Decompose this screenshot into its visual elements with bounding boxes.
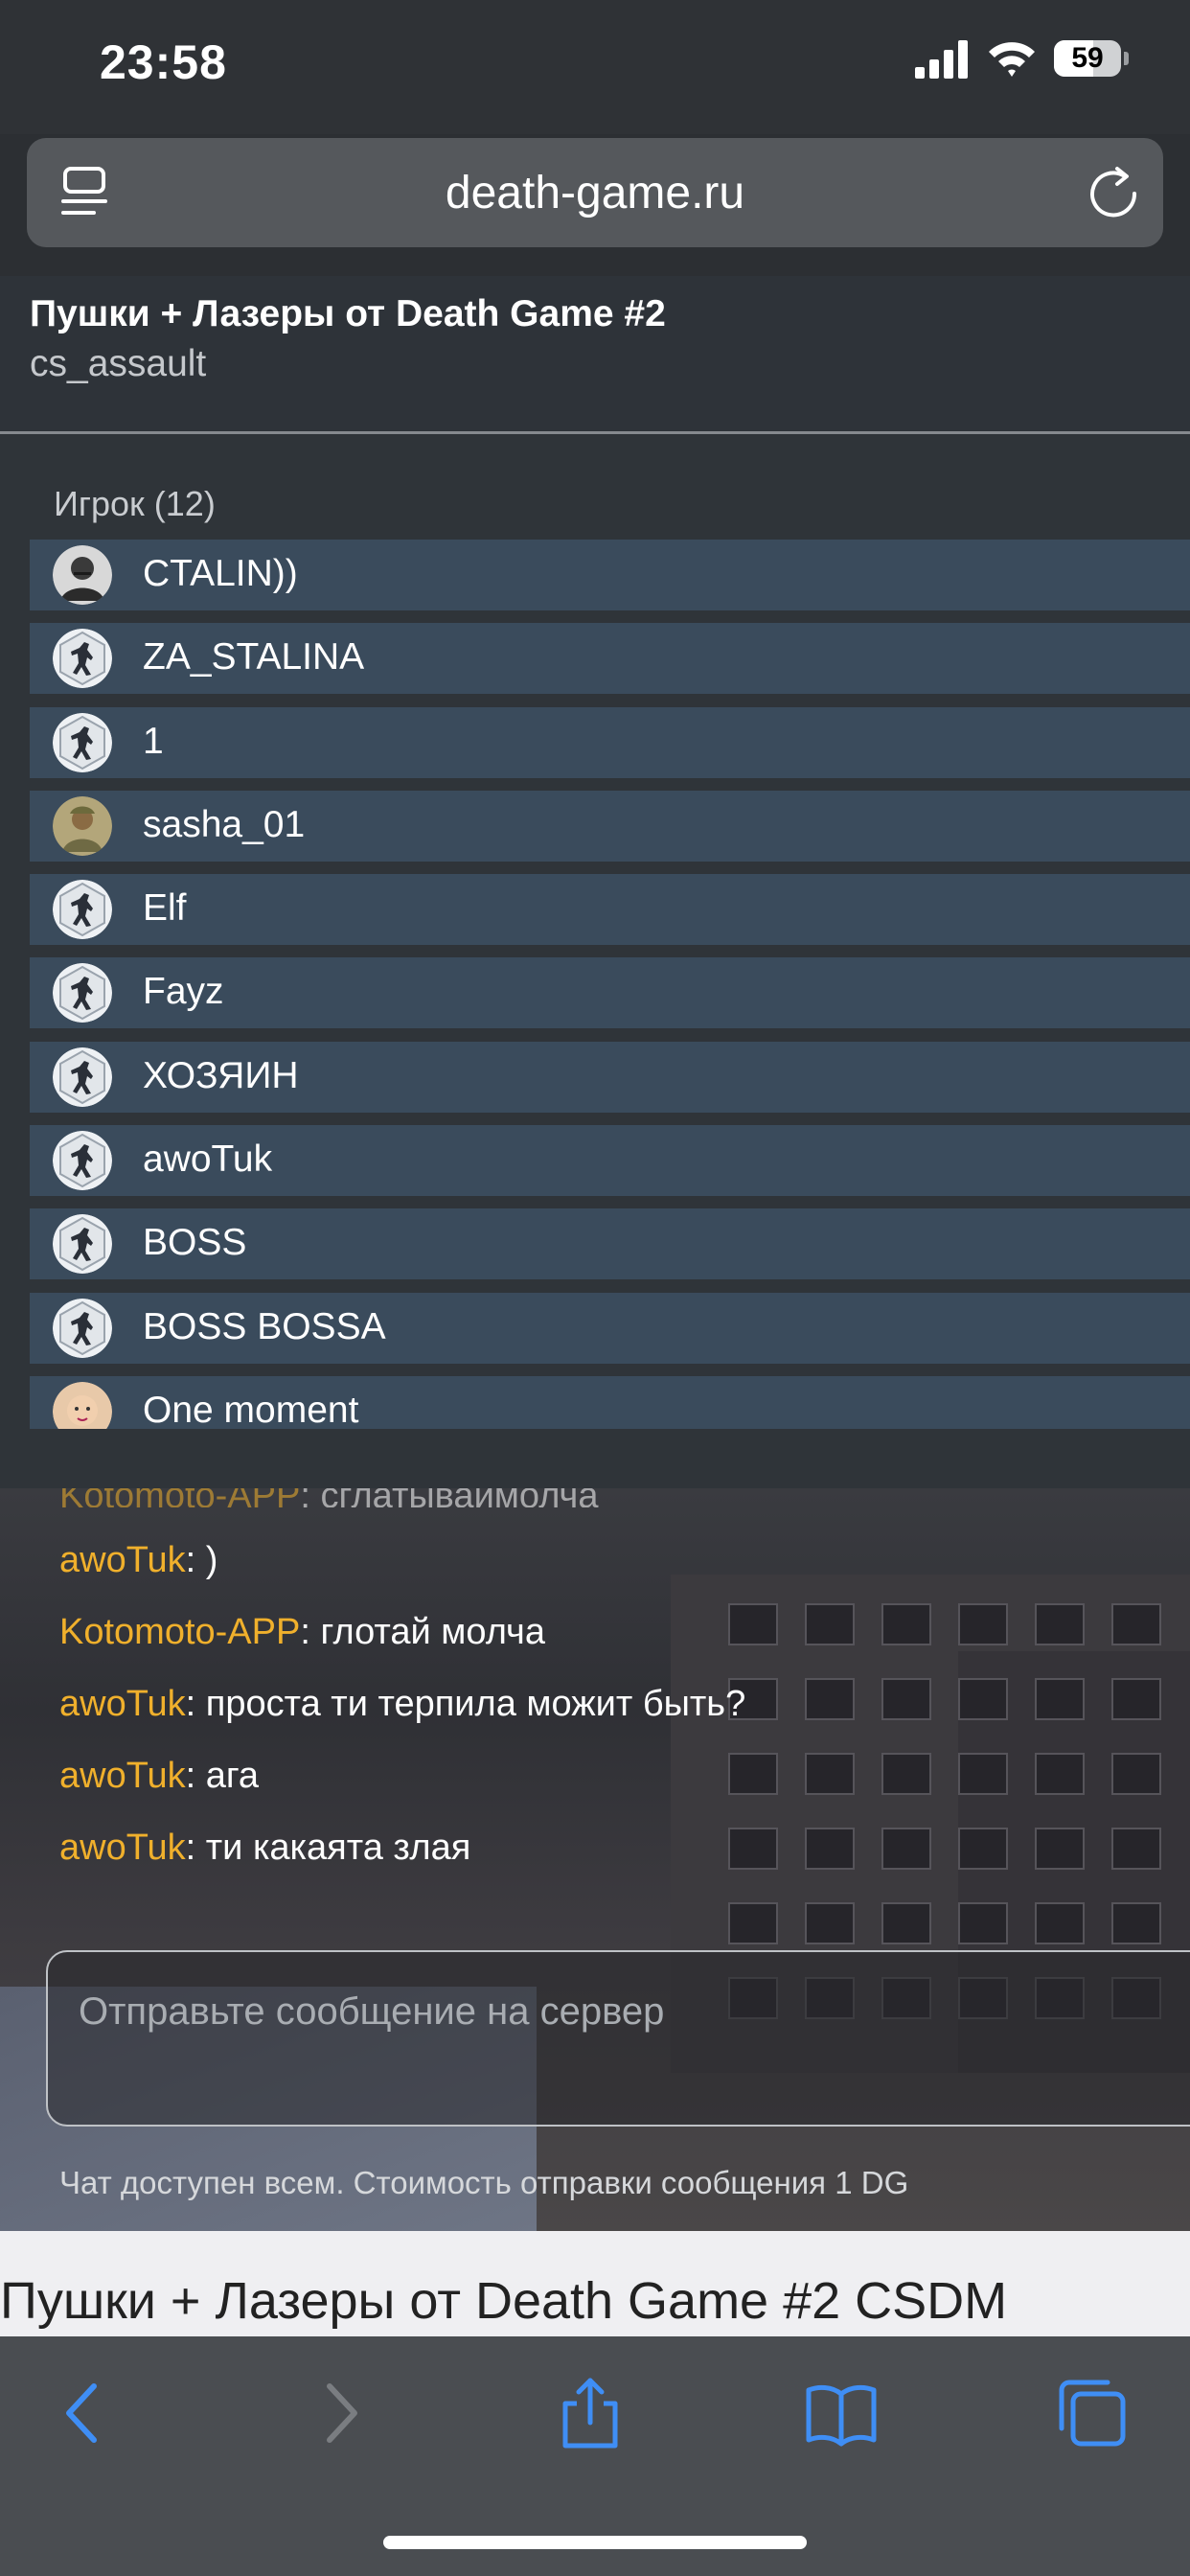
player-row[interactable]: BOSS BOSSA — [30, 1292, 1190, 1364]
window-shape — [728, 1902, 778, 1944]
home-indicator[interactable] — [383, 2536, 807, 2549]
player-row[interactable]: ZA_STALINA — [30, 623, 1190, 695]
chat-author[interactable]: Kotomoto-APP — [59, 1612, 300, 1652]
content-section: Пушки + Лазеры от Death Game #2 CSDM — [0, 2231, 1190, 2336]
player-name[interactable]: sasha_01 — [143, 804, 305, 846]
forward-icon[interactable] — [301, 2375, 378, 2451]
player-row[interactable]: CTALIN)) — [30, 540, 1190, 610]
chat-input-placeholder: Отправьте сообщение на сервер — [79, 1990, 665, 2033]
window-shape — [958, 1902, 1008, 1944]
chat-text: : ) — [185, 1540, 218, 1580]
wifi-icon — [989, 42, 1035, 77]
chat-text: : ти какаята злая — [185, 1828, 471, 1868]
counter-strike-icon — [53, 712, 112, 772]
share-icon[interactable] — [552, 2375, 629, 2451]
chat-input[interactable]: Отправьте сообщение на сервер — [46, 1950, 1190, 2127]
server-header: Пушки + Лазеры от Death Game #2 cs_assau… — [0, 276, 1190, 431]
player-row[interactable]: sasha_01 — [30, 790, 1190, 862]
counter-strike-icon — [53, 1131, 112, 1191]
status-bar: 23:58 59 — [0, 0, 1190, 134]
counter-strike-icon — [53, 1214, 112, 1275]
player-name[interactable]: 1 — [143, 721, 164, 763]
chat-message: awoTuk: ти какаята злая — [59, 1812, 1161, 1884]
chat-messages: Kotomoto-APP: сглатываймолчаawoTuk: )Kot… — [59, 1488, 1161, 1884]
chat-text: : проста ти терпила можит быть? — [185, 1684, 746, 1724]
counter-strike-icon — [53, 629, 112, 689]
player-row[interactable]: One moment — [30, 1375, 1190, 1429]
counter-strike-icon — [53, 1046, 112, 1107]
page-heading: Пушки + Лазеры от Death Game #2 CSDM — [0, 2272, 1008, 2330]
player-name[interactable]: BOSS — [143, 1222, 246, 1264]
status-time: 23:58 — [100, 35, 227, 89]
chat-author[interactable]: awoTuk — [59, 1756, 186, 1796]
chat-message: awoTuk: ) — [59, 1525, 1161, 1597]
chat-author[interactable]: awoTuk — [59, 1684, 186, 1724]
chat-author[interactable]: awoTuk — [59, 1540, 186, 1580]
player-name[interactable]: ZA_STALINA — [143, 636, 364, 678]
server-map: cs_assault — [30, 343, 207, 384]
battery-icon: 59 — [1054, 40, 1131, 79]
window-shape — [805, 1902, 855, 1944]
window-shape — [1035, 1902, 1085, 1944]
tabs-icon[interactable] — [1054, 2375, 1131, 2451]
back-icon[interactable] — [46, 2375, 123, 2451]
player-row[interactable]: 1 — [30, 706, 1190, 778]
chat-note: Чат доступен всем. Стоимость отправки со… — [59, 2165, 909, 2200]
player-name[interactable]: Fayz — [143, 971, 224, 1013]
player-row[interactable]: awoTuk — [30, 1125, 1190, 1197]
cellular-signal-icon — [915, 40, 968, 79]
players-header: Игрок (12) — [54, 484, 216, 523]
player-name[interactable]: awoTuk — [143, 1138, 272, 1181]
chat-message: awoTuk: проста ти терпила можит быть? — [59, 1668, 1161, 1740]
counter-strike-icon — [53, 880, 112, 940]
chat-text: : ага — [185, 1756, 260, 1796]
player-name[interactable]: BOSS BOSSA — [143, 1306, 386, 1348]
server-title: Пушки + Лазеры от Death Game #2 — [30, 293, 666, 334]
chat-text: : глотай молча — [300, 1612, 545, 1652]
counter-strike-icon — [53, 963, 112, 1024]
player-row[interactable]: Fayz — [30, 957, 1190, 1029]
player-row[interactable]: BOSS — [30, 1208, 1190, 1280]
player-name[interactable]: CTALIN)) — [143, 553, 298, 595]
soldier-avatar-icon — [53, 795, 112, 856]
window-shape — [881, 1902, 931, 1944]
url-text[interactable]: death-game.ru — [27, 167, 1163, 219]
window-shape — [1111, 1902, 1161, 1944]
player-name[interactable]: One moment — [143, 1390, 358, 1429]
reload-icon[interactable] — [1087, 163, 1140, 220]
address-bar[interactable]: death-game.ru — [27, 138, 1163, 247]
player-name[interactable]: ХОЗЯИН — [143, 1055, 299, 1097]
player-row[interactable]: Elf — [30, 874, 1190, 946]
chat-text: : сглатываймолча — [300, 1488, 598, 1507]
counter-strike-icon — [53, 1298, 112, 1358]
player-name[interactable]: Elf — [143, 887, 187, 930]
battery-level: 59 — [1071, 42, 1104, 74]
chat-message: awoTuk: ага — [59, 1740, 1161, 1812]
chat-message: Kotomoto-APP: глотай молча — [59, 1597, 1161, 1668]
player-list[interactable]: CTALIN)) ZA_STALINA 1 sasha_01 Elf Fayz ХОЗЯИН… — [30, 540, 1190, 1429]
player-row[interactable]: ХОЗЯИН — [30, 1041, 1190, 1113]
chat-panel: Kotomoto-APP: сглатываймолчаawoTuk: )Kot… — [0, 1488, 1190, 2231]
photo-avatar-icon — [53, 545, 112, 605]
player-panel[interactable]: Игрок (12) CTALIN)) ZA_STALINA 1 sasha_01 El… — [0, 434, 1190, 1488]
bookmarks-icon[interactable] — [803, 2375, 880, 2451]
chat-author[interactable]: awoTuk — [59, 1828, 186, 1868]
baby-avatar-icon — [53, 1381, 112, 1429]
chat-message: Kotomoto-APP: сглатываймолча — [59, 1488, 1161, 1507]
chat-author[interactable]: Kotomoto-APP — [59, 1488, 300, 1507]
